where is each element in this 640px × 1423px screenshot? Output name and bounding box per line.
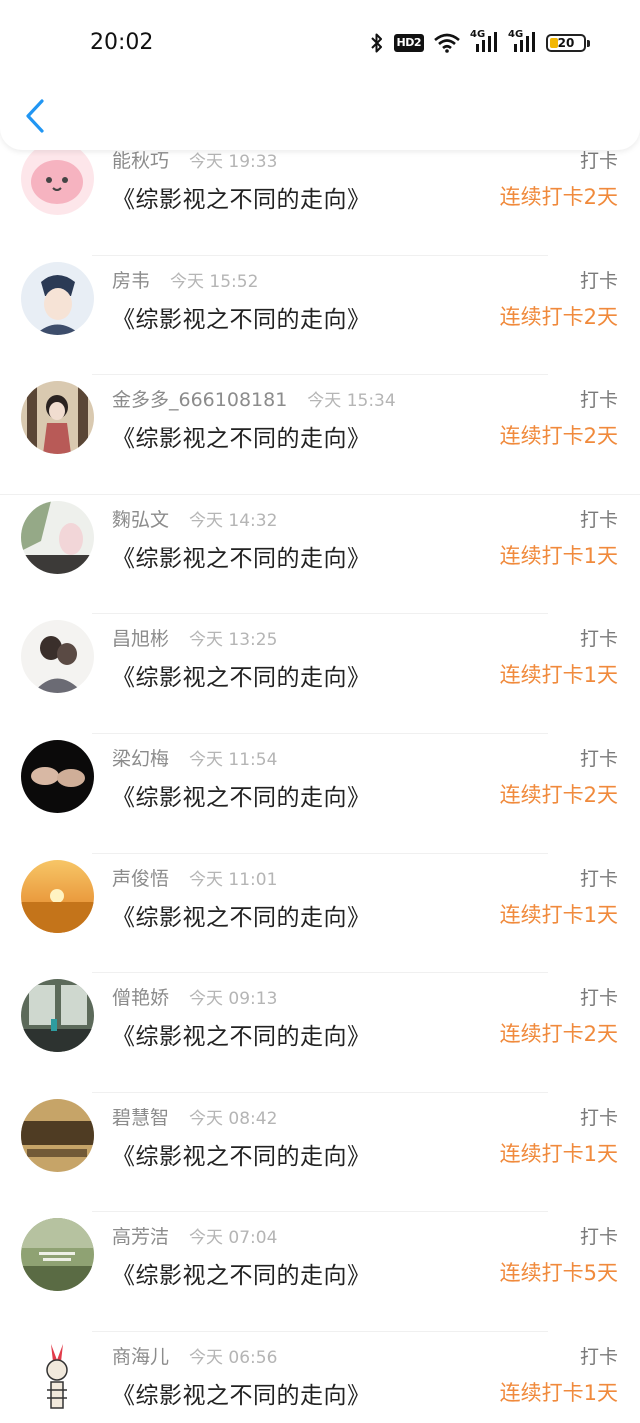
book-title[interactable]: 《综影视之不同的走向》	[112, 300, 371, 334]
checkin-label: 打卡	[579, 150, 618, 172]
streak-count: 连续打卡2天	[499, 424, 618, 449]
checkin-label: 打卡	[579, 867, 618, 890]
streak-count: 连续打卡2天	[499, 185, 618, 209]
list-item[interactable]: 高芳洁 今天 07:04 《综影视之不同的走向》 打卡 连续打卡5天	[0, 1212, 640, 1332]
streak-count: 连续打卡1天	[499, 1141, 618, 1166]
checkin-label: 打卡	[579, 1345, 618, 1368]
avatar[interactable]	[21, 620, 94, 694]
avatar[interactable]	[21, 500, 94, 574]
avatar[interactable]	[21, 261, 94, 335]
post-time: 今天 13:25	[189, 630, 278, 651]
list-item[interactable]: 僧艳娇 今天 09:13 《综影视之不同的走向》 打卡 连续打卡2天	[0, 973, 640, 1093]
post-time: 今天 08:42	[189, 1108, 278, 1129]
streak-count: 连续打卡5天	[499, 1261, 618, 1286]
post-time: 今天 06:56	[189, 1347, 278, 1368]
wifi-icon	[434, 33, 460, 53]
cellular-signal-icon-1: 4G	[470, 29, 498, 54]
username[interactable]: 僧艳娇	[112, 983, 169, 1010]
checkin-label: 打卡	[579, 1106, 618, 1129]
checkin-list: 能秋巧 今天 19:33 《综影视之不同的走向》 打卡 连续打卡2天 房韦 今天…	[0, 142, 640, 1423]
avatar[interactable]	[21, 1098, 94, 1172]
username[interactable]: 声俊悟	[112, 864, 169, 891]
username[interactable]: 高芳洁	[112, 1222, 169, 1249]
cellular-signal-icon-2: 4G	[508, 29, 536, 54]
book-title[interactable]: 《综影视之不同的走向》	[112, 1256, 371, 1290]
status-time: 20:02	[90, 30, 154, 55]
list-item[interactable]: 商海儿 今天 06:56 《综影视之不同的走向》 打卡 连续打卡1天	[0, 1332, 640, 1423]
list-item[interactable]: 房韦 今天 15:52 《综影视之不同的走向》 打卡 连续打卡2天	[0, 256, 640, 376]
post-time: 今天 11:01	[189, 869, 278, 890]
checkin-label: 打卡	[579, 389, 618, 412]
system-icons: HD2 4G 4G 20	[370, 29, 590, 56]
checkin-label: 打卡	[579, 1226, 618, 1249]
avatar[interactable]	[21, 142, 94, 215]
streak-count: 连续打卡1天	[499, 543, 618, 568]
back-button[interactable]	[18, 94, 52, 138]
status-bar: 20:02 HD2 4G 4G 20	[0, 0, 640, 86]
post-time: 今天 19:33	[189, 152, 278, 172]
book-title[interactable]: 《综影视之不同的走向》	[112, 898, 371, 932]
username[interactable]: 房韦	[112, 266, 150, 293]
post-time: 今天 15:34	[307, 391, 396, 412]
streak-count: 连续打卡1天	[499, 663, 618, 688]
username[interactable]: 碧慧智	[112, 1103, 169, 1130]
book-title[interactable]: 《综影视之不同的走向》	[112, 778, 371, 812]
post-time: 今天 11:54	[189, 749, 278, 770]
checkin-label: 打卡	[579, 628, 618, 651]
avatar[interactable]	[21, 979, 94, 1053]
username[interactable]: 梁幻梅	[112, 744, 169, 771]
avatar[interactable]	[21, 1218, 94, 1292]
book-title[interactable]: 《综影视之不同的走向》	[112, 1137, 371, 1171]
username[interactable]: 昌旭彬	[112, 624, 169, 651]
username[interactable]: 能秋巧	[112, 146, 169, 173]
username[interactable]: 金多多_666108181	[112, 385, 287, 412]
username[interactable]: 商海儿	[112, 1342, 169, 1369]
book-title[interactable]: 《综影视之不同的走向》	[112, 658, 371, 692]
streak-count: 连续打卡1天	[499, 902, 618, 927]
username[interactable]: 麴弘文	[112, 505, 169, 532]
top-header: 20:02 HD2 4G 4G 20	[0, 0, 640, 150]
post-time: 今天 09:13	[189, 989, 278, 1010]
checkin-label: 打卡	[579, 987, 618, 1010]
book-title[interactable]: 《综影视之不同的走向》	[112, 419, 371, 453]
avatar[interactable]	[21, 859, 94, 933]
list-item[interactable]: 昌旭彬 今天 13:25 《综影视之不同的走向》 打卡 连续打卡1天	[0, 614, 640, 734]
avatar[interactable]	[21, 381, 94, 455]
book-title[interactable]: 《综影视之不同的走向》	[112, 1376, 371, 1410]
streak-count: 连续打卡2天	[499, 1022, 618, 1047]
list-item[interactable]: 能秋巧 今天 19:33 《综影视之不同的走向》 打卡 连续打卡2天	[0, 136, 640, 256]
post-time: 今天 14:32	[189, 510, 278, 531]
battery-level: 20	[557, 36, 575, 50]
list-item[interactable]: 声俊悟 今天 11:01 《综影视之不同的走向》 打卡 连续打卡1天	[0, 854, 640, 974]
bluetooth-icon	[370, 32, 384, 54]
list-item[interactable]: 碧慧智 今天 08:42 《综影视之不同的走向》 打卡 连续打卡1天	[0, 1093, 640, 1213]
book-title[interactable]: 《综影视之不同的走向》	[112, 180, 371, 214]
chevron-left-icon	[26, 99, 44, 133]
streak-count: 连续打卡2天	[499, 782, 618, 807]
checkin-label: 打卡	[579, 508, 618, 531]
avatar[interactable]	[21, 1337, 94, 1411]
book-title[interactable]: 《综影视之不同的走向》	[112, 539, 371, 573]
book-title[interactable]: 《综影视之不同的走向》	[112, 1017, 371, 1051]
checkin-label: 打卡	[579, 747, 618, 770]
list-item[interactable]: 梁幻梅 今天 11:54 《综影视之不同的走向》 打卡 连续打卡2天	[0, 734, 640, 854]
post-time: 今天 15:52	[170, 271, 259, 292]
post-time: 今天 07:04	[189, 1228, 278, 1249]
list-item[interactable]: 金多多_666108181 今天 15:34 《综影视之不同的走向》 打卡 连续…	[0, 375, 640, 495]
checkin-label: 打卡	[579, 269, 618, 292]
battery-icon: 20	[546, 34, 590, 52]
avatar[interactable]	[21, 739, 94, 813]
streak-count: 连续打卡2天	[499, 304, 618, 329]
streak-count: 连续打卡1天	[499, 1380, 618, 1405]
hd-voice-badge: HD2	[393, 34, 424, 52]
list-item[interactable]: 麴弘文 今天 14:32 《综影视之不同的走向》 打卡 连续打卡1天	[0, 495, 640, 615]
